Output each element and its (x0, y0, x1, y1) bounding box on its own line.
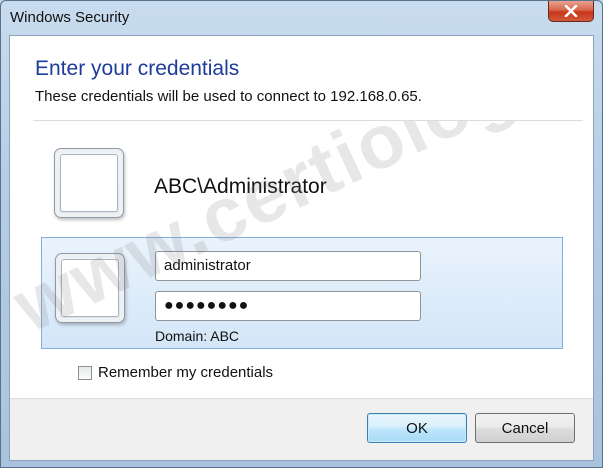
dialog-subtext: These credentials will be used to connec… (35, 88, 422, 105)
username-input[interactable]: administrator (155, 251, 421, 281)
windows-security-dialog: Windows Security Enter your credentials … (0, 0, 603, 468)
password-input[interactable]: ●●●●●●●● (155, 291, 421, 321)
cancel-button[interactable]: Cancel (475, 413, 575, 443)
saved-user-name[interactable]: ABC\Administrator (154, 175, 327, 199)
remember-credentials-option[interactable]: Remember my credentials (78, 364, 273, 381)
selected-user-tile (55, 253, 125, 323)
remember-label[interactable]: Remember my credentials (98, 364, 273, 381)
dialog-body: Enter your credentials These credentials… (9, 35, 594, 461)
close-button[interactable] (548, 1, 594, 22)
title-bar[interactable]: Windows Security (1, 1, 602, 35)
dialog-heading: Enter your credentials (35, 57, 240, 80)
ok-button[interactable]: OK (367, 413, 467, 443)
user-picture-icon (60, 154, 118, 212)
saved-user-tile[interactable] (54, 148, 124, 218)
user-picture-icon (61, 259, 119, 317)
window-title: Windows Security (10, 9, 130, 26)
domain-label: Domain: ABC (155, 328, 240, 344)
selected-credential-panel[interactable]: administrator ●●●●●●●● Domain: ABC (41, 237, 563, 349)
remember-checkbox[interactable] (78, 365, 92, 380)
dialog-footer: OK Cancel (10, 398, 593, 460)
close-icon (564, 5, 578, 17)
separator (33, 120, 583, 121)
